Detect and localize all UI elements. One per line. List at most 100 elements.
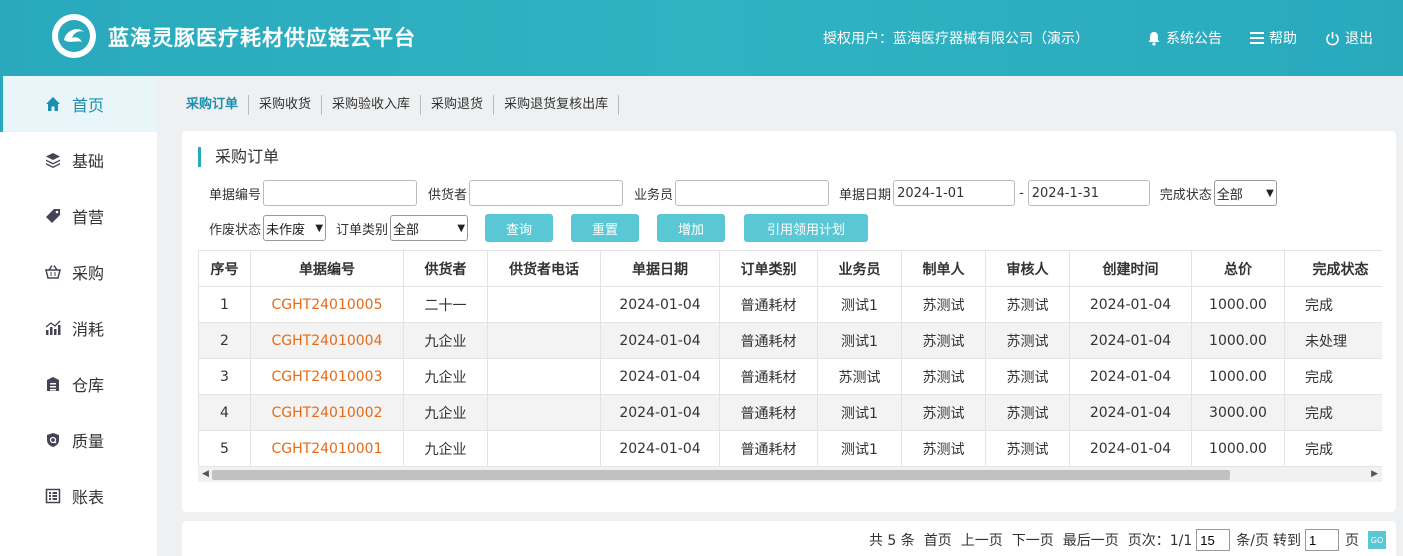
column-header[interactable]: 总价 [1191, 250, 1285, 287]
sidebar-item-label: 消耗 [72, 320, 105, 339]
column-header[interactable]: 供货者 [403, 250, 488, 287]
table-row[interactable]: 1 CGHT24010005 二十一 2024-01-04 普通耗材 测试1 苏测试 苏测试 2… [198, 286, 1382, 323]
dolphin-logo-icon [52, 14, 96, 58]
date-to-input[interactable] [1027, 180, 1150, 206]
tab-purchase-return[interactable]: 采购退货 [421, 95, 495, 115]
sidebar-item-label: 首页 [72, 96, 105, 115]
table-header-row: 序号 单据编号 供货者 供货者电话 单据日期 订单类别 业务员 制单人 审核人 创建时间 总价 完成状… [198, 250, 1382, 287]
table-cell: 4 [198, 394, 251, 431]
table-cell: 苏测试 [901, 358, 986, 395]
chevron-down-icon: ▼ [1266, 187, 1274, 199]
add-button[interactable]: 增加 [657, 214, 726, 242]
help-label: 帮助 [1269, 31, 1297, 47]
table-cell: 普通耗材 [719, 286, 818, 323]
go-button[interactable]: GO [1368, 531, 1386, 549]
table-row[interactable]: 2 CGHT24010004 九企业 2024-01-04 普通耗材 测试1 苏测试 苏测试 2… [198, 322, 1382, 359]
sidebar-item-first-camp[interactable]: 首营 [0, 188, 157, 244]
column-header[interactable]: 审核人 [985, 250, 1070, 287]
table-row[interactable]: 3 CGHT24010003 九企业 2024-01-04 普通耗材 苏测试 苏测试 苏测试 2… [198, 358, 1382, 395]
table-cell: 九企业 [403, 430, 488, 467]
scrollbar-thumb[interactable] [212, 470, 1230, 480]
top-header: 蓝海灵豚医疗耗材供应链云平台 授权用户：蓝海医疗器械有限公司（演示） 系统公告 … [0, 0, 1403, 76]
sidebar-item-label: 账表 [72, 488, 105, 507]
table-cell: 苏测试 [901, 286, 986, 323]
first-page-link[interactable]: 首页 [924, 530, 952, 550]
order-number-link[interactable]: CGHT24010002 [250, 394, 404, 431]
table-cell: 普通耗材 [719, 322, 818, 359]
order-number-link[interactable]: CGHT24010005 [250, 286, 404, 323]
type-value: 全部 [393, 222, 420, 238]
order-number-link[interactable]: CGHT24010004 [250, 322, 404, 359]
table-cell: 2024-01-04 [1069, 394, 1192, 431]
table-cell: 3 [198, 358, 251, 395]
column-header[interactable]: 供货者电话 [487, 250, 601, 287]
table-cell: 完成 [1284, 430, 1382, 467]
tab-purchase-return-review[interactable]: 采购退货复核出库 [494, 95, 620, 115]
prev-page-link[interactable]: 上一页 [961, 530, 1003, 550]
order-number-link[interactable]: CGHT24010003 [250, 358, 404, 395]
tab-purchase-receipt[interactable]: 采购收货 [249, 95, 323, 115]
sidebar-item-home[interactable]: 首页 [0, 76, 157, 132]
date-from-input[interactable] [893, 180, 1016, 206]
column-header[interactable]: 业务员 [817, 250, 902, 287]
table-cell: 苏测试 [901, 430, 986, 467]
pagination: 共 5 条 首页 上一页 下一页 最后一页 页次：1/1 条/页 转到 页 GO [182, 521, 1396, 556]
column-header[interactable]: 单据日期 [600, 250, 720, 287]
table-row[interactable]: 4 CGHT24010002 九企业 2024-01-04 普通耗材 测试1 苏测试 苏测试 2… [198, 394, 1382, 431]
scroll-left-icon[interactable]: ◀ [202, 469, 209, 479]
last-page-link[interactable]: 最后一页 [1063, 530, 1119, 550]
doc-no-input[interactable] [263, 180, 418, 206]
logout-link[interactable]: 退出 [1325, 28, 1373, 48]
column-header[interactable]: 制单人 [901, 250, 986, 287]
sidebar: 首页 基础 首营 采购 消耗 仓库 质量 账表 [0, 76, 157, 556]
void-select[interactable]: 未作废 ▼ [263, 215, 327, 241]
horizontal-scrollbar[interactable]: ◀ ▶ [198, 466, 1382, 482]
sidebar-item-label: 质量 [72, 432, 105, 451]
sidebar-item-label: 首营 [72, 208, 105, 227]
app-title: 蓝海灵豚医疗耗材供应链云平台 [108, 26, 416, 50]
table-row[interactable]: 5 CGHT24010001 九企业 2024-01-04 普通耗材 测试1 苏测试 苏测试 2… [198, 430, 1382, 467]
sidebar-item-label: 采购 [72, 264, 105, 283]
table-cell: 1000.00 [1191, 286, 1285, 323]
panel-title: 采购订单 [198, 147, 279, 167]
supplier-label: 供货者 [428, 187, 468, 203]
scroll-right-icon[interactable]: ▶ [1371, 469, 1378, 479]
table-cell: 普通耗材 [719, 358, 818, 395]
salesman-input[interactable] [675, 180, 830, 206]
query-button[interactable]: 查询 [485, 214, 554, 242]
page-size-input[interactable] [1196, 529, 1231, 551]
void-label: 作废状态 [209, 222, 262, 238]
goto-page-input[interactable] [1305, 529, 1339, 551]
status-select[interactable]: 全部 ▼ [1213, 180, 1277, 206]
type-select[interactable]: 全部 ▼ [390, 215, 469, 241]
supplier-input[interactable] [469, 180, 624, 206]
sidebar-item-basic[interactable]: 基础 [0, 132, 157, 188]
chevron-down-icon: ▼ [315, 222, 324, 234]
sidebar-item-ledger[interactable]: 账表 [0, 468, 157, 524]
column-header[interactable]: 序号 [198, 250, 251, 287]
tab-purchase-inspection[interactable]: 采购验收入库 [322, 95, 422, 115]
table-cell: 测试1 [817, 286, 902, 323]
order-number-link[interactable]: CGHT24010001 [250, 430, 404, 467]
logout-label: 退出 [1345, 31, 1373, 47]
salesman-label: 业务员 [634, 187, 674, 203]
reset-button[interactable]: 重置 [571, 214, 640, 242]
column-header[interactable]: 创建时间 [1069, 250, 1192, 287]
sidebar-item-purchase[interactable]: 采购 [0, 244, 157, 300]
next-page-link[interactable]: 下一页 [1012, 530, 1054, 550]
goto-label: 转到 [1273, 533, 1301, 549]
help-link[interactable]: 帮助 [1250, 28, 1297, 48]
sidebar-item-quality[interactable]: 质量 [0, 412, 157, 468]
column-header[interactable]: 单据编号 [250, 250, 404, 287]
sidebar-item-warehouse[interactable]: 仓库 [0, 356, 157, 412]
tab-purchase-order[interactable]: 采购订单 [186, 95, 250, 115]
column-header[interactable]: 完成状态 [1284, 250, 1382, 287]
column-header[interactable]: 订单类别 [719, 250, 818, 287]
reference-plan-button[interactable]: 引用领用计划 [744, 214, 869, 242]
module-tabs: 采购订单 采购收货 采购验收入库 采购退货 采购退货复核出库 [186, 95, 620, 115]
notice-link[interactable]: 系统公告 [1147, 28, 1222, 48]
sidebar-item-consume[interactable]: 消耗 [0, 300, 157, 356]
orders-table: 序号 单据编号 供货者 供货者电话 单据日期 订单类别 业务员 制单人 审核人 创建时间 总价 完成状… [198, 250, 1382, 467]
chevron-down-icon: ▼ [457, 222, 466, 234]
authorized-user: 授权用户：蓝海医疗器械有限公司（演示） [823, 31, 1089, 47]
